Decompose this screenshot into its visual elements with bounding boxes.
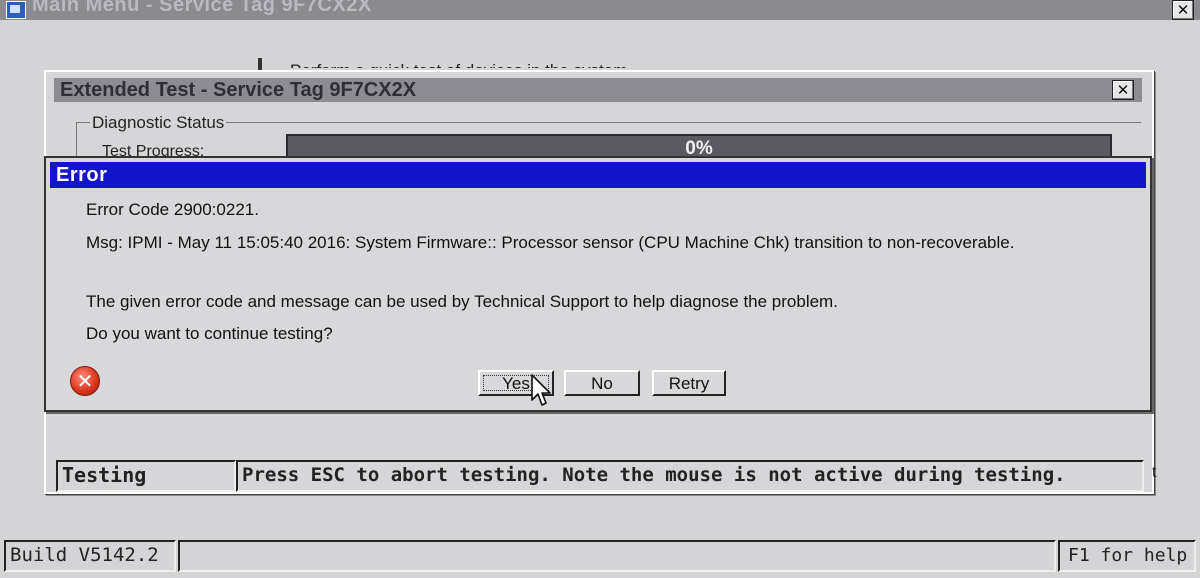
error-title-bar: Error	[50, 162, 1146, 188]
main-close-button[interactable]: ✕	[1172, 0, 1194, 20]
main-title-bar: Main Menu - Service Tag 9F7CX2X ✕	[0, 0, 1200, 20]
status-testing-label: Testing	[62, 463, 147, 487]
status-tail-fragment: t	[1152, 464, 1157, 481]
screen: Main Menu - Service Tag 9F7CX2X ✕ Perfor…	[0, 0, 1200, 578]
error-icon: ✕	[70, 366, 100, 396]
app-icon	[6, 1, 26, 19]
main-menu-description: Perform a quick test of devices in the s…	[290, 58, 627, 68]
error-question-line: Do you want to continue testing?	[86, 324, 333, 343]
build-version-box: Build V5142.2	[4, 540, 176, 572]
status-testing-box: Testing	[56, 460, 236, 492]
bottom-status-field	[178, 540, 1056, 572]
error-message-line: Msg: IPMI - May 11 15:05:40 2016: System…	[86, 233, 1015, 252]
extended-test-title-bar: Extended Test - Service Tag 9F7CX2X ✕	[54, 78, 1142, 102]
status-message: Press ESC to abort testing. Note the mou…	[242, 464, 1066, 486]
status-message-box: Press ESC to abort testing. Note the mou…	[236, 460, 1144, 492]
diagnostic-status-label: Diagnostic Status	[90, 113, 227, 133]
error-dialog-title: Error	[56, 164, 108, 186]
help-hint-box: F1 for help	[1058, 540, 1196, 572]
error-code-line: Error Code 2900:0221.	[86, 200, 259, 219]
extended-test-close-button[interactable]: ✕	[1112, 80, 1134, 100]
error-support-line: The given error code and message can be …	[86, 292, 838, 311]
help-hint: F1 for help	[1068, 545, 1188, 566]
test-progress-label: Test Progress:	[102, 143, 205, 156]
extended-test-title: Extended Test - Service Tag 9F7CX2X	[60, 79, 417, 101]
retry-button[interactable]: Retry	[652, 370, 726, 396]
build-version: Build V5142.2	[10, 544, 159, 566]
error-dialog: Error Error Code 2900:0221. Msg: IPMI - …	[44, 156, 1152, 412]
main-window-title: Main Menu - Service Tag 9F7CX2X	[32, 0, 372, 16]
no-button[interactable]: No	[564, 370, 640, 396]
mouse-cursor-icon	[531, 374, 551, 406]
